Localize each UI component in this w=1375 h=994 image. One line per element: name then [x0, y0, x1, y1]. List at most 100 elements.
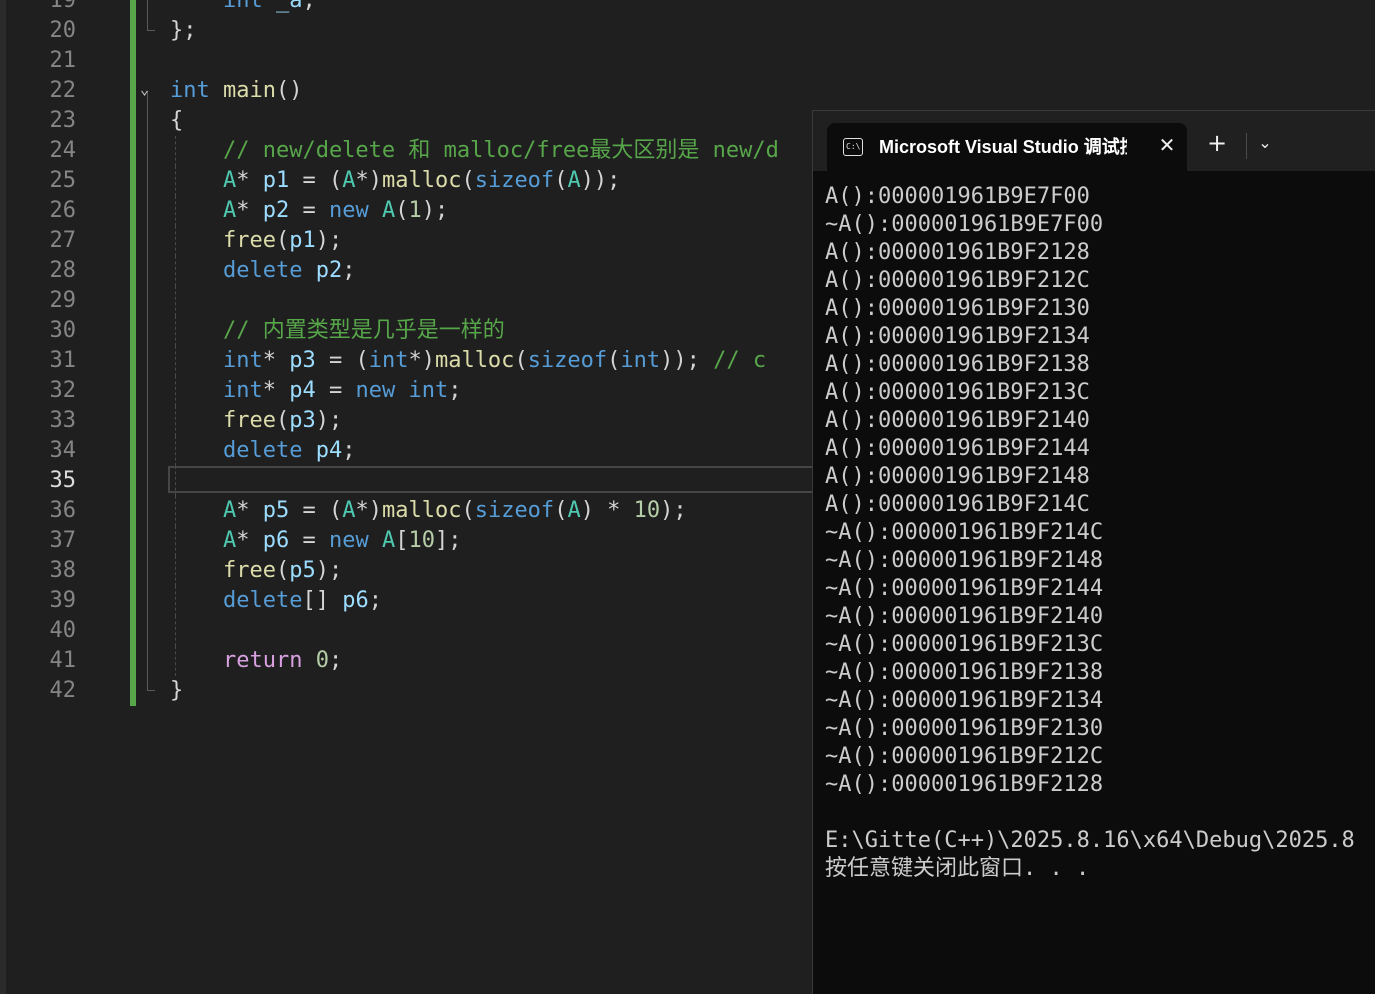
current-line-highlight	[168, 466, 828, 493]
code-token: int	[170, 0, 263, 13]
debug-console-window[interactable]: C:\ Microsoft Visual Studio 调试控 ✕ + ⌄ A(…	[812, 110, 1375, 994]
console-output[interactable]: A():000001961B9E7F00 ~A():000001961B9E7F0…	[825, 183, 1365, 883]
console-output-line: A():000001961B9F2130	[825, 296, 1090, 321]
console-output-line: A():000001961B9F212C	[825, 268, 1090, 293]
code-text[interactable]: A* p6 = new A[10];	[170, 526, 462, 556]
code-token: p4	[315, 438, 343, 463]
code-text[interactable]: delete p4;	[170, 436, 355, 466]
code-text[interactable]: free(p5);	[170, 556, 342, 586]
code-line[interactable]: 22 int main()	[0, 76, 1375, 106]
code-text[interactable]: };	[170, 16, 197, 46]
tab-dropdown-chevron-icon[interactable]: ⌄	[1253, 131, 1277, 155]
new-tab-button[interactable]: +	[1205, 131, 1229, 155]
code-token: );	[315, 558, 343, 583]
code-token: malloc	[434, 348, 515, 373]
code-token: (	[275, 228, 290, 253]
code-text[interactable]: int* p3 = (int*)malloc(sizeof(int)); // …	[170, 346, 766, 376]
code-token: = (	[289, 498, 343, 523]
code-text[interactable]: return 0;	[170, 646, 342, 676]
code-text[interactable]: A* p1 = (A*)malloc(sizeof(A));	[170, 166, 620, 196]
code-token: int	[368, 348, 409, 373]
line-number: 27	[49, 228, 77, 253]
line-number: 38	[49, 558, 77, 583]
console-output-line: A():000001961B9E7F00	[825, 184, 1090, 209]
code-text[interactable]: int _a;	[170, 0, 316, 16]
code-token: =	[289, 198, 329, 223]
code-token: =	[315, 378, 356, 403]
fold-guide	[147, 346, 155, 376]
code-text[interactable]: int main()	[170, 76, 302, 106]
code-token: ) *	[580, 498, 634, 523]
console-output-line: ~A():000001961B9F214C	[825, 520, 1104, 545]
code-line[interactable]: 20};	[0, 16, 1375, 46]
code-text[interactable]: delete[] p6;	[170, 586, 382, 616]
code-token: p3	[289, 408, 316, 433]
collapse-chevron-icon[interactable]: ⌄	[140, 82, 154, 97]
code-line[interactable]: 21	[0, 46, 1375, 76]
code-token: );	[660, 498, 687, 523]
console-output-line: 按任意键关闭此窗口. . .	[825, 856, 1090, 881]
code-token: new	[355, 378, 396, 403]
code-token: int	[170, 78, 210, 103]
code-token: ));	[580, 168, 621, 193]
code-text[interactable]: delete p2;	[170, 256, 355, 286]
code-text[interactable]: free(p3);	[170, 406, 342, 436]
code-text[interactable]: {	[170, 106, 183, 136]
code-text[interactable]: int* p4 = new int;	[170, 376, 462, 406]
line-number: 28	[49, 258, 77, 283]
console-output-line: ~A():000001961B9F2138	[825, 660, 1104, 685]
indent-guide	[175, 286, 176, 316]
code-token: A	[170, 528, 237, 553]
console-output-line: A():000001961B9F213C	[825, 380, 1090, 405]
code-text[interactable]: A* p2 = new A(1);	[170, 196, 448, 226]
console-output-line: E:\Gitte(C++)\2025.8.16\x64\Debug\2025.8	[825, 828, 1355, 853]
code-token: ;	[342, 438, 356, 463]
console-output-line: A():000001961B9F2128	[825, 240, 1090, 265]
line-number: 30	[49, 318, 77, 343]
code-text[interactable]: // 内置类型是几乎是一样的	[170, 316, 505, 346]
code-token: free	[170, 558, 276, 583]
code-text[interactable]: }	[170, 676, 183, 706]
console-output-line: ~A():000001961B9F2140	[825, 604, 1104, 629]
console-output-line: ~A():000001961B9F213C	[825, 632, 1104, 657]
code-token: p1	[262, 168, 290, 193]
fold-guide	[147, 106, 155, 136]
console-output-line: ~A():000001961B9F2128	[825, 772, 1104, 797]
code-token: (	[275, 558, 290, 583]
code-line[interactable]: 19 int _a;	[0, 0, 1375, 16]
code-token: ;	[368, 588, 382, 613]
fold-guide	[147, 166, 155, 196]
code-token: free	[170, 408, 276, 433]
code-token: };	[170, 18, 197, 43]
console-tab-title: Microsoft Visual Studio 调试控	[879, 137, 1127, 157]
code-token: *	[262, 348, 290, 373]
console-output-line: ~A():000001961B9F2134	[825, 688, 1104, 713]
code-text[interactable]: free(p1);	[170, 226, 342, 256]
code-token: malloc	[381, 168, 462, 193]
code-token: 10	[633, 498, 661, 523]
code-token: []	[302, 588, 343, 613]
tab-separator	[1246, 133, 1247, 159]
code-token: (	[461, 168, 475, 193]
code-token: (	[514, 348, 528, 373]
code-text[interactable]: A* p5 = (A*)malloc(sizeof(A) * 10);	[170, 496, 687, 526]
fold-guide	[147, 586, 155, 616]
code-token: p2	[262, 198, 290, 223]
line-number: 42	[49, 678, 77, 703]
line-number: 29	[49, 288, 77, 313]
code-text[interactable]: // new/delete 和 malloc/free最大区别是 new/d	[170, 136, 779, 166]
code-token: new	[328, 198, 369, 223]
close-tab-icon[interactable]: ✕	[1155, 133, 1179, 157]
code-token: (	[554, 498, 568, 523]
code-token: *)	[408, 348, 435, 373]
console-output-line: A():000001961B9F2148	[825, 464, 1090, 489]
console-tab[interactable]: C:\ Microsoft Visual Studio 调试控 ✕	[827, 123, 1187, 171]
console-output-line: ~A():000001961B9F2144	[825, 576, 1104, 601]
line-number: 37	[49, 528, 77, 553]
code-token: p5	[289, 558, 316, 583]
line-number: 41	[49, 648, 77, 673]
